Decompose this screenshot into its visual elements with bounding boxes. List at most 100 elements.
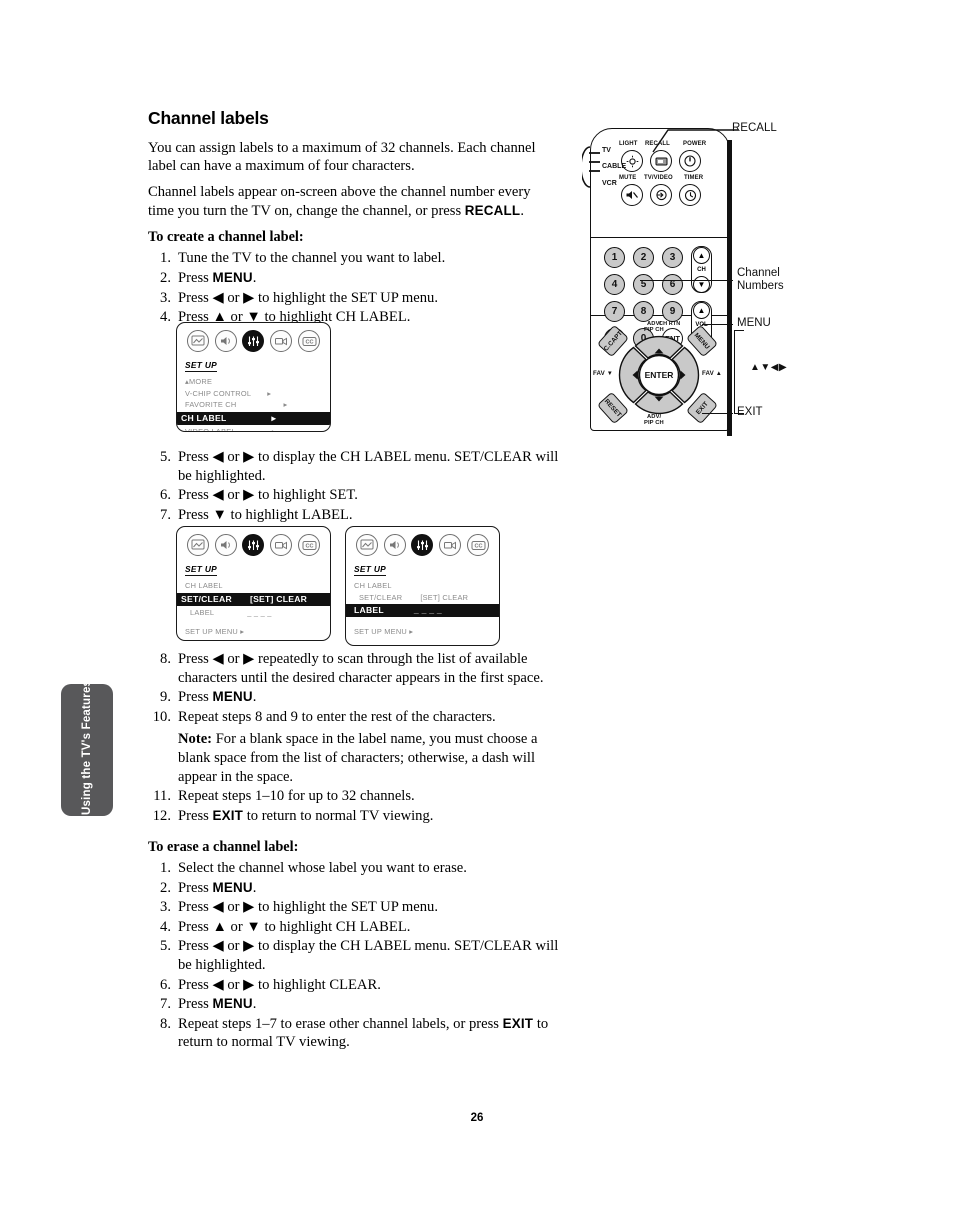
step-number: 2. <box>160 879 171 896</box>
step-text: Press ◀ or ▶ to display the CH LABEL men… <box>178 938 559 973</box>
step-text-pre: Press <box>178 996 213 1013</box>
osd-menu-title: CH LABEL <box>354 580 491 592</box>
osd-row-set-clear: SET/CLEAR [SET] CLEAR <box>354 592 491 604</box>
digit-button-6[interactable]: 6 <box>662 274 683 295</box>
osd-section-title: SET UP <box>354 564 387 576</box>
osd-row-value: _ _ _ _ <box>247 607 272 617</box>
erase-section-heading: To erase a channel label: <box>148 839 299 855</box>
intro-paragraph-1: You can assign labels to a maximum of 32… <box>148 140 536 174</box>
digit-button-5[interactable]: 5 <box>633 274 654 295</box>
osd-setup-body: SET UP ▴MORE V-CHIP CONTROL ▸ FAVORITE CH… <box>177 355 330 432</box>
channel-updown-control[interactable]: ▲ CH ▼ <box>691 246 712 293</box>
menu-callout-leader <box>702 324 733 326</box>
svg-text:ENTER: ENTER <box>645 370 674 380</box>
osd-row-value: [SET] CLEAR <box>420 592 469 602</box>
step-number: 2. <box>160 269 171 286</box>
cc-icon: CC <box>298 330 321 352</box>
mode-switch-icon[interactable] <box>582 143 604 191</box>
osd-row-label: SET/CLEAR <box>359 592 403 602</box>
osd-row-label: FAVORITE CH <box>185 400 237 409</box>
osd-back-link: SET UP MENU ▸ <box>185 626 322 638</box>
intro-p2-text-b: . <box>520 202 524 219</box>
osd-row-value: [SET] CLEAR <box>249 593 308 604</box>
remote-edge-shadow <box>727 140 732 436</box>
menu-key-label: MENU <box>212 689 253 705</box>
setup-icon <box>242 330 265 352</box>
light-button-label: LIGHT <box>619 141 638 147</box>
menu-key-label: MENU <box>212 996 253 1012</box>
osd-chlabel-setclear-figure: CC SET UP CH LABEL SET/CLEAR [SET] CLEAR … <box>176 526 331 641</box>
step-text: Repeat steps 8 and 9 to enter the rest o… <box>178 708 496 725</box>
mute-button-label: MUTE <box>619 175 637 181</box>
video-icon <box>270 534 293 556</box>
note-text: For a blank space in the label name, you… <box>178 731 538 785</box>
step-number: 5. <box>160 938 171 955</box>
mode-cable-label: CABLE <box>602 163 627 170</box>
create-steps-list-part1: 1. Tune the TV to the channel you want to… <box>148 249 560 326</box>
setup-icon <box>411 534 434 556</box>
step-text: Select the channel whose label you want … <box>178 860 467 876</box>
step-number: 9. <box>160 689 171 706</box>
step-number: 1. <box>160 250 171 267</box>
digit-button-1[interactable]: 1 <box>604 247 625 268</box>
svg-text:CC: CC <box>305 543 313 549</box>
step-text: Repeat steps 1–10 for up to 32 channels. <box>178 788 415 805</box>
step-text-pre: Press <box>178 807 213 824</box>
list-item: 9. Press MENU. <box>148 688 560 707</box>
page-content-erase: To erase a channel label: 1. Select the c… <box>148 833 560 1056</box>
timer-button-label: TIMER <box>684 175 704 181</box>
exit-key-label: EXIT <box>502 1015 534 1031</box>
picture-icon <box>186 330 209 352</box>
exit-callout-leader <box>702 413 733 415</box>
list-item: 6. Press ◀ or ▶ to highlight CLEAR. <box>148 976 560 995</box>
step-number: 1. <box>160 860 171 876</box>
mute-button[interactable] <box>621 184 643 206</box>
recall-key-label: RECALL <box>464 202 521 218</box>
picture-icon <box>186 534 209 556</box>
callout-arrow-keys: ▲▼◀▶ <box>750 362 788 373</box>
osd-row-ch-label: CH LABEL ▸ <box>177 411 330 425</box>
osd-row-set-clear: SET/CLEAR [SET] CLEAR <box>177 592 330 606</box>
osd-row-label-field: LABEL _ _ _ _ <box>185 607 322 619</box>
osd-row-vchip: V-CHIP CONTROL ▸ <box>185 388 322 400</box>
osd-icon-row: CC <box>177 527 330 559</box>
cc-icon: CC <box>298 534 321 556</box>
list-item: 8. Repeat steps 1–7 to erase other channe… <box>148 1015 560 1052</box>
digit-button-4[interactable]: 4 <box>604 274 625 295</box>
step-number: 6. <box>160 976 171 993</box>
audio-icon <box>214 534 237 556</box>
step-number: 11. <box>153 788 171 805</box>
create-steps-list-part2: 5. Press ◀ or ▶ to display the CH LABEL m… <box>148 448 560 524</box>
picture-icon <box>355 534 378 556</box>
create-section-heading: To create a channel label: <box>148 229 304 246</box>
osd-back-link: SET UP MENU ▸ <box>354 626 491 638</box>
osd-row-label: SET UP MENU ▸ <box>354 627 414 636</box>
tv-video-button[interactable] <box>650 184 672 206</box>
timer-button[interactable] <box>679 184 701 206</box>
page-content: Channel labels You can assign labels to … <box>148 108 560 331</box>
osd-row-value: ▸ <box>271 426 276 432</box>
digit-button-2[interactable]: 2 <box>633 247 654 268</box>
osd-chlabel2-body: SET UP CH LABEL SET/CLEAR [SET] CLEAR LAB… <box>346 559 499 645</box>
step-number: 12. <box>152 807 171 824</box>
callout-menu: MENU <box>737 317 771 329</box>
digit-button-3[interactable]: 3 <box>662 247 683 268</box>
list-item: 6. Press ◀ or ▶ to highlight SET. <box>148 486 560 505</box>
list-item: 7. Press ▼ to highlight LABEL. <box>148 506 560 525</box>
menu-key-label: MENU <box>212 879 253 895</box>
intro-paragraph-2: Channel labels appear on-screen above th… <box>148 184 560 220</box>
osd-row-label: VIDEO LABEL <box>185 426 236 432</box>
step-text: Press ▲ or ▼ to highlight CH LABEL. <box>178 918 411 935</box>
channel-down-button[interactable]: ▼ <box>693 275 710 293</box>
cc-icon: CC <box>467 534 490 556</box>
channel-up-button[interactable]: ▲ <box>693 246 710 264</box>
osd-row-label: LABEL <box>354 605 384 615</box>
step-text-post: . <box>252 996 257 1013</box>
step-number: 6. <box>160 487 171 504</box>
osd-setup-menu-figure: CC SET UP ▴MORE V-CHIP CONTROL ▸ FAVORITE… <box>176 322 331 432</box>
remote-control-figure: LIGHT RECALL POWER MUTE TV/VIDEO TIMER 1… <box>582 118 942 438</box>
step-number: 4. <box>160 918 171 935</box>
page-content-steps-5-7: 5. Press ◀ or ▶ to display the CH LABEL m… <box>148 448 560 528</box>
list-item: 2. Press MENU. <box>148 879 560 898</box>
step-text: Press ◀ or ▶ repeatedly to scan through … <box>178 651 544 686</box>
